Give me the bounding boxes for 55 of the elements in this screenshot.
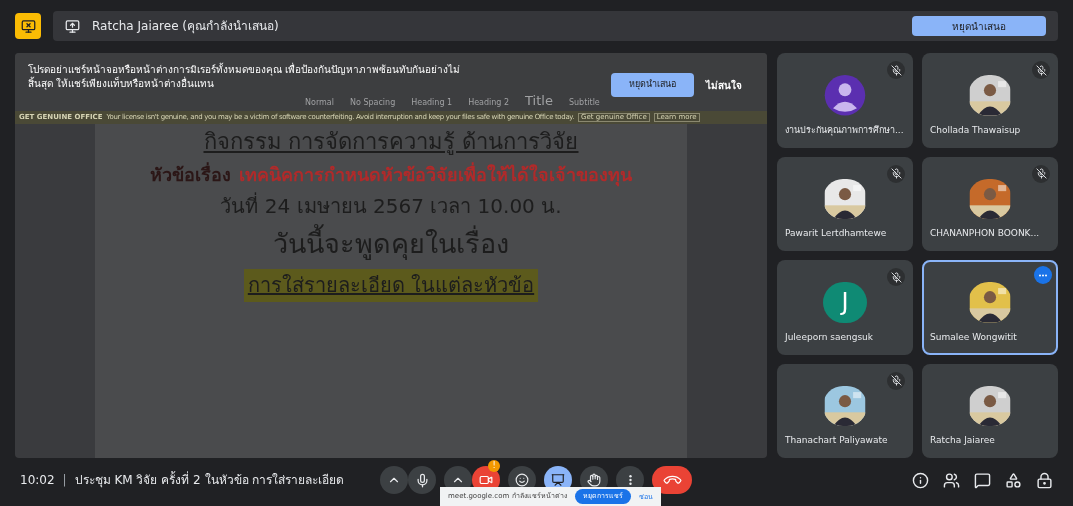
- avatar-icon: [823, 75, 867, 116]
- style-preset[interactable]: Heading 2: [468, 99, 510, 107]
- participant-tile[interactable]: งานประกันคุณภาพการศึกษา...: [777, 53, 913, 148]
- activities-button[interactable]: [1005, 471, 1022, 489]
- separator: |: [62, 472, 67, 489]
- participant-name: งานประกันคุณภาพการศึกษา...: [785, 124, 904, 135]
- avatar-initial: J: [823, 282, 867, 323]
- people-button[interactable]: [943, 471, 960, 489]
- dismiss-button[interactable]: ไม่สนใจ: [694, 73, 754, 97]
- leave-call-button[interactable]: [652, 466, 692, 494]
- people-icon: [943, 471, 960, 489]
- participant-tile[interactable]: J Juleeporn saengsuk: [777, 260, 913, 355]
- topic-text: เทคนิคการกำหนดหัวข้อวิจัยเพื่อให้ได้ใจเจ้าของทุน: [239, 163, 632, 186]
- participant-tile[interactable]: CHANANPHON BOONK...: [922, 156, 1058, 251]
- shapes-icon: [1005, 471, 1022, 489]
- presenter-label: Ratcha Jaiaree (คุณกำลังนำเสนอ): [92, 18, 280, 35]
- topic-label: หัวข้อเรื่อง: [150, 163, 231, 186]
- participant-name: Sumalee Wongwitit: [930, 331, 1017, 342]
- clock-time: 10:02: [20, 472, 55, 489]
- style-preset[interactable]: No Spacing: [349, 99, 396, 107]
- present-icon: [65, 18, 80, 34]
- participant-tile[interactable]: Pawarit Lertdhamtewe: [777, 156, 913, 251]
- more-vertical-icon: [628, 474, 632, 486]
- participant-tile[interactable]: Chollada Thawaisup: [922, 53, 1058, 148]
- alert-badge: !: [488, 460, 500, 472]
- presentation-off-icon: [15, 13, 41, 39]
- style-preset[interactable]: Title: [525, 94, 553, 107]
- microphone-icon: [414, 472, 430, 488]
- more-icon: [1038, 273, 1048, 277]
- style-preset[interactable]: Subtitle: [568, 99, 600, 107]
- camera-icon: [479, 473, 493, 487]
- participant-name: Chollada Thawaisup: [930, 124, 1021, 135]
- participant-tile[interactable]: Thanachart Paliyawate: [777, 363, 913, 458]
- style-preset[interactable]: Heading 1: [411, 99, 453, 107]
- participant-name: Juleeporn saengsuk: [785, 331, 874, 342]
- meeting-title: ประชุม KM วิจัย ครั้งที่ 2 ในหัวข้อ การใส่รายละเอียด: [74, 471, 345, 489]
- lock-icon: [1036, 471, 1053, 489]
- style-preset[interactable]: Normal: [305, 99, 334, 107]
- microphone-button[interactable]: [408, 466, 436, 494]
- stop-presenting-button[interactable]: หยุดนำเสนอ: [611, 73, 694, 97]
- info-button[interactable]: [912, 471, 929, 489]
- presentation-icon: [551, 473, 565, 487]
- stop-presenting-button[interactable]: หยุดนำเสนอ: [912, 16, 1046, 36]
- participant-tile[interactable]: Ratcha Jaiaree: [922, 363, 1058, 458]
- chat-button[interactable]: [974, 471, 991, 489]
- warning-text: โปรดอย่าแชร์หน้าจอหรือหน้าต่างการมิเรอร์ทั้งหมดของคุณ เพื่อป้องกันปัญหาภาพซ้อนทับกันอย่างไม่สิ้นสุด ให้แชร์เพียงแท็บหรือหน้าต่างอื่นแทน: [28, 63, 462, 91]
- participant-tile[interactable]: Sumalee Wongwitit: [922, 260, 1058, 355]
- highlighted-text: การใส่รายละเอียด ในแต่ละหัวข้อ: [243, 268, 539, 302]
- participant-name: Thanachart Paliyawate: [785, 435, 888, 445]
- chat-icon: [974, 471, 991, 489]
- host-controls-button[interactable]: [1036, 471, 1053, 489]
- participant-name: CHANANPHON BOONK...: [930, 228, 1040, 238]
- info-icon: [912, 471, 929, 489]
- participant-name: Pawarit Lertdhamtewe: [785, 228, 887, 238]
- participant-name: Ratcha Jaiaree: [930, 435, 995, 445]
